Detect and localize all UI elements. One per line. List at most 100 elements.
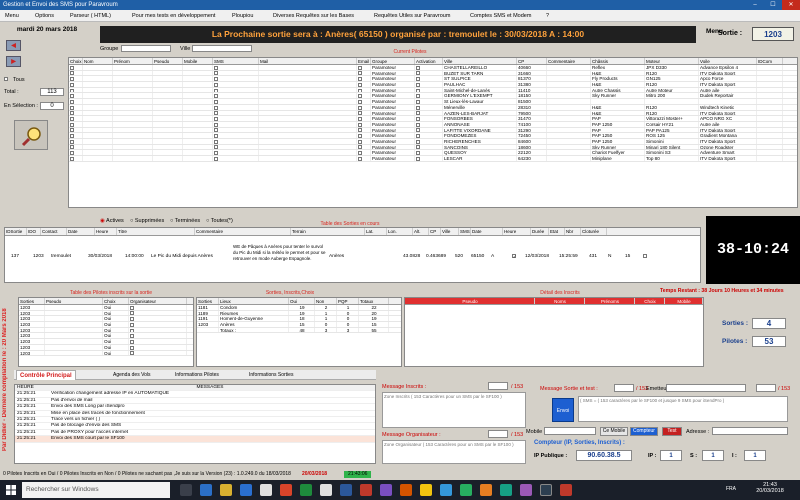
row-checkbox[interactable] — [214, 65, 218, 70]
row-checkbox[interactable] — [416, 88, 420, 93]
row-checkbox[interactable] — [70, 139, 74, 144]
row-checkbox[interactable] — [214, 122, 218, 127]
row-checkbox[interactable] — [214, 134, 218, 138]
app6-icon[interactable] — [420, 484, 432, 496]
row-checkbox[interactable] — [70, 94, 74, 99]
app8-icon[interactable] — [460, 484, 472, 496]
row-checkbox[interactable] — [214, 156, 218, 161]
row-checkbox[interactable] — [358, 151, 362, 155]
mobile-input[interactable] — [544, 427, 596, 435]
tab-controle-principal[interactable]: Contrôle Principal — [16, 370, 76, 380]
row-checkbox[interactable] — [214, 82, 218, 87]
ce-mobile-button[interactable]: Ce Mobile — [600, 427, 628, 436]
row-checkbox[interactable] — [416, 145, 420, 150]
organisateur-checkbox[interactable] — [130, 311, 134, 316]
row-checkbox[interactable] — [214, 88, 218, 93]
store-icon[interactable] — [240, 484, 252, 496]
app11-icon[interactable] — [520, 484, 532, 496]
inscrits-table[interactable]: Sorties Pseudo Choix Organisateur 1203 Oui 12… — [18, 297, 194, 367]
row-checkbox[interactable] — [358, 122, 362, 127]
organisateur-checkbox[interactable] — [130, 351, 134, 356]
pilote-row[interactable]: Paramoteur LESCAR 64230 Miniplane Top 80 ITV … — [69, 156, 797, 162]
row-checkbox[interactable] — [70, 145, 74, 150]
row-checkbox[interactable] — [416, 122, 420, 127]
row-checkbox[interactable] — [70, 151, 74, 155]
test-message-input[interactable] — [578, 396, 788, 422]
excel-icon[interactable] — [300, 484, 312, 496]
stats-row[interactable]: Totaux :48 3 3 55 — [197, 327, 401, 334]
row-checkbox[interactable] — [416, 116, 420, 121]
row-checkbox[interactable] — [416, 105, 420, 110]
row-checkbox[interactable] — [70, 116, 74, 121]
stats-table[interactable]: Sorties Lieux Oui Non PQP Totaux 1181 Condom 19… — [196, 297, 402, 367]
organisateur-checkbox[interactable] — [130, 334, 134, 339]
organisateur-checkbox[interactable] — [130, 339, 134, 344]
row-checkbox[interactable] — [214, 105, 218, 110]
adresse-select[interactable] — [712, 427, 788, 435]
tous-checkbox[interactable] — [4, 77, 8, 83]
menu-item[interactable]: Diverses Requêtes sur les Bases — [273, 10, 354, 22]
row-checkbox[interactable] — [358, 77, 362, 82]
row-checkbox[interactable] — [214, 94, 218, 99]
filter-toutes[interactable]: ○ Toutes(*) — [206, 218, 233, 224]
organisateur-checkbox[interactable] — [130, 305, 134, 310]
sms-checkbox[interactable]: ✓ — [512, 254, 516, 260]
pilotes-table[interactable]: Choix Nom Prénom Pseudo Mobile SMS Mail … — [68, 57, 798, 208]
app10-icon[interactable] — [500, 484, 512, 496]
sortie-row[interactable]: 137 1203 tremoulet 30/03/2018 14:00:00 L… — [5, 236, 700, 280]
row-checkbox[interactable] — [358, 111, 362, 116]
row-checkbox[interactable] — [70, 122, 74, 127]
row-checkbox[interactable] — [416, 65, 420, 70]
row-checkbox[interactable] — [70, 105, 74, 110]
task-view-icon[interactable] — [180, 484, 192, 496]
row-checkbox[interactable] — [416, 151, 420, 155]
compteur-button[interactable]: Compteur — [630, 427, 658, 436]
row-checkbox[interactable] — [416, 77, 420, 82]
menu-item[interactable]: Options — [35, 10, 54, 22]
word-icon[interactable] — [340, 484, 352, 496]
file-explorer-icon[interactable] — [220, 484, 232, 496]
menu-item[interactable]: Pour mes tests en développement — [132, 10, 215, 22]
inscrits-message-input[interactable] — [382, 392, 526, 428]
app7-icon[interactable] — [440, 484, 452, 496]
menu-item[interactable]: Comptes SMS et Modem — [470, 10, 531, 22]
orga-message-input[interactable] — [382, 440, 526, 464]
row-checkbox[interactable] — [416, 71, 420, 76]
row-checkbox[interactable] — [416, 128, 420, 133]
app5-icon[interactable] — [400, 484, 412, 496]
app3-icon[interactable] — [360, 484, 372, 496]
row-checkbox[interactable] — [416, 134, 420, 138]
row-checkbox[interactable] — [416, 94, 420, 99]
organisateur-checkbox[interactable] — [130, 345, 134, 350]
row-checkbox[interactable] — [70, 99, 74, 104]
row-checkbox[interactable] — [358, 71, 362, 76]
row-checkbox[interactable] — [70, 128, 74, 133]
filter-terminees[interactable]: ○ Terminées — [170, 218, 200, 224]
edge-icon[interactable] — [200, 484, 212, 496]
row-checkbox[interactable] — [358, 82, 362, 87]
menu-item[interactable]: Parseur ( HTML) — [70, 10, 111, 22]
search-button[interactable] — [14, 120, 48, 150]
menu-item[interactable]: Requêtes Utiles sur Paravroum — [374, 10, 450, 22]
row-checkbox[interactable] — [358, 88, 362, 93]
taskbar-search[interactable]: Rechercher sur Windows — [22, 482, 170, 498]
chrome-icon[interactable] — [260, 484, 272, 496]
row-checkbox[interactable] — [214, 145, 218, 150]
row-checkbox[interactable] — [70, 88, 74, 93]
row-checkbox[interactable] — [358, 116, 362, 121]
menu-item[interactable]: ? — [546, 10, 549, 22]
row-checkbox[interactable] — [214, 71, 218, 76]
taskbar-clock[interactable]: 21:43 20/03/2018 — [752, 482, 788, 494]
tab-agenda[interactable]: Agenda des Vols — [110, 370, 154, 380]
row-checkbox[interactable] — [416, 156, 420, 161]
row-checkbox[interactable] — [214, 99, 218, 104]
ville-select[interactable] — [192, 45, 252, 52]
organisateur-checkbox[interactable] — [130, 328, 134, 333]
tab-info-sorties[interactable]: Informations Sorties — [246, 370, 296, 380]
test-button[interactable]: Test — [662, 427, 682, 436]
row-checkbox[interactable] — [358, 134, 362, 138]
row-checkbox[interactable] — [358, 156, 362, 161]
groupe-select[interactable] — [121, 45, 171, 52]
row-checkbox[interactable] — [358, 65, 362, 70]
nav-forward-icon[interactable]: ▶ — [6, 56, 21, 67]
